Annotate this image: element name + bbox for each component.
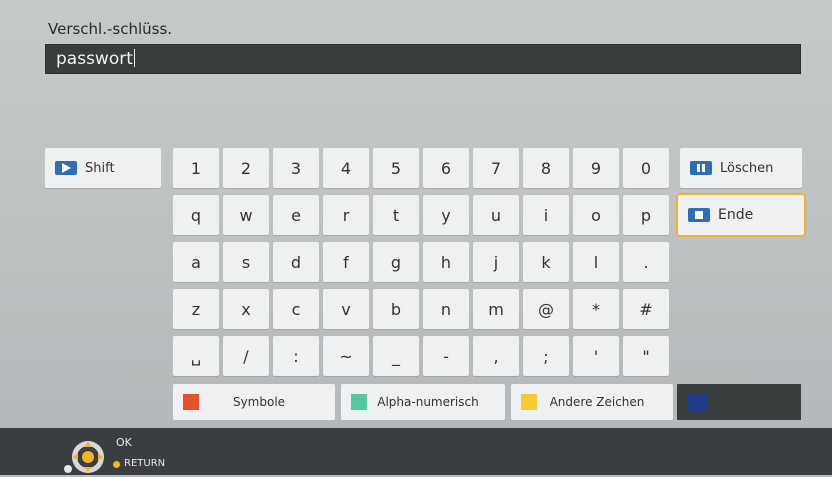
key-x[interactable]: x: [223, 289, 269, 329]
key-1[interactable]: 1: [173, 148, 219, 188]
return-dot-icon: [113, 461, 120, 468]
key-f[interactable]: f: [323, 242, 369, 282]
key-v[interactable]: v: [323, 289, 369, 329]
key-apostrophe[interactable]: ': [573, 336, 619, 376]
pause-icon: [690, 161, 712, 175]
key-5[interactable]: 5: [373, 148, 419, 188]
footer-ok-label: OK: [116, 436, 132, 449]
key-e[interactable]: e: [273, 195, 319, 235]
key-6[interactable]: 6: [423, 148, 469, 188]
password-input[interactable]: passwort: [45, 44, 801, 74]
key-h[interactable]: h: [423, 242, 469, 282]
symbols-label: Symbole: [232, 395, 286, 409]
key-comma[interactable]: ,: [473, 336, 519, 376]
text-caret: [133, 49, 135, 67]
yellow-swatch: [521, 394, 537, 410]
key-semicolon[interactable]: ;: [523, 336, 569, 376]
key-slash[interactable]: /: [223, 336, 269, 376]
shift-button[interactable]: Shift: [45, 148, 161, 188]
end-button[interactable]: Ende: [678, 195, 804, 235]
password-input-text: passwort: [56, 49, 135, 69]
key-l[interactable]: l: [573, 242, 619, 282]
key-2[interactable]: 2: [223, 148, 269, 188]
key-asterisk[interactable]: *: [573, 289, 619, 329]
key-i[interactable]: i: [523, 195, 569, 235]
key-u[interactable]: u: [473, 195, 519, 235]
red-button-symbols[interactable]: Symbole: [173, 384, 335, 420]
blue-button[interactable]: [677, 384, 801, 420]
key-tilde[interactable]: ~: [323, 336, 369, 376]
blue-swatch: [687, 393, 707, 411]
field-label: Verschl.-schlüss.: [48, 20, 173, 38]
key-g[interactable]: g: [373, 242, 419, 282]
key-b[interactable]: b: [373, 289, 419, 329]
key-quote[interactable]: ": [623, 336, 669, 376]
footer-return-label: RETURN: [124, 458, 166, 469]
key-underscore[interactable]: _: [373, 336, 419, 376]
key-at[interactable]: @: [523, 289, 569, 329]
key-d[interactable]: d: [273, 242, 319, 282]
key-r[interactable]: r: [323, 195, 369, 235]
remote-navigation-icon: [64, 441, 104, 473]
key-colon[interactable]: :: [273, 336, 319, 376]
key-m[interactable]: m: [473, 289, 519, 329]
key-hyphen[interactable]: -: [423, 336, 469, 376]
red-swatch: [183, 394, 199, 410]
end-label: Ende: [718, 207, 754, 223]
key-j[interactable]: j: [473, 242, 519, 282]
key-z[interactable]: z: [173, 289, 219, 329]
key-c[interactable]: c: [273, 289, 319, 329]
key-t[interactable]: t: [373, 195, 419, 235]
key-w[interactable]: w: [223, 195, 269, 235]
key-q[interactable]: q: [173, 195, 219, 235]
key-p[interactable]: p: [623, 195, 669, 235]
green-swatch: [351, 394, 367, 410]
alphanumeric-label: Alpha-numerisch: [377, 395, 479, 409]
key-a[interactable]: a: [173, 242, 219, 282]
stop-icon: [688, 208, 710, 222]
key-s[interactable]: s: [223, 242, 269, 282]
play-icon: [55, 161, 77, 175]
key-hash[interactable]: #: [623, 289, 669, 329]
key-0[interactable]: 0: [623, 148, 669, 188]
delete-label: Löschen: [720, 160, 774, 176]
key-o[interactable]: o: [573, 195, 619, 235]
shift-label: Shift: [85, 160, 115, 176]
key-y[interactable]: y: [423, 195, 469, 235]
key-period[interactable]: .: [623, 242, 669, 282]
yellow-button-other-chars[interactable]: Andere Zeichen: [511, 384, 673, 420]
key-k[interactable]: k: [523, 242, 569, 282]
key-3[interactable]: 3: [273, 148, 319, 188]
key-4[interactable]: 4: [323, 148, 369, 188]
key-7[interactable]: 7: [473, 148, 519, 188]
delete-button[interactable]: Löschen: [680, 148, 802, 188]
password-value: passwort: [56, 49, 133, 69]
key-8[interactable]: 8: [523, 148, 569, 188]
key-n[interactable]: n: [423, 289, 469, 329]
keyboard-screen: Verschl.-schlüss. passwort Shift Löschen…: [0, 0, 832, 475]
green-button-alphanumeric[interactable]: Alpha-numerisch: [341, 384, 505, 420]
key-9[interactable]: 9: [573, 148, 619, 188]
other-chars-label: Andere Zeichen: [549, 395, 645, 409]
key-space[interactable]: ␣: [173, 336, 219, 376]
